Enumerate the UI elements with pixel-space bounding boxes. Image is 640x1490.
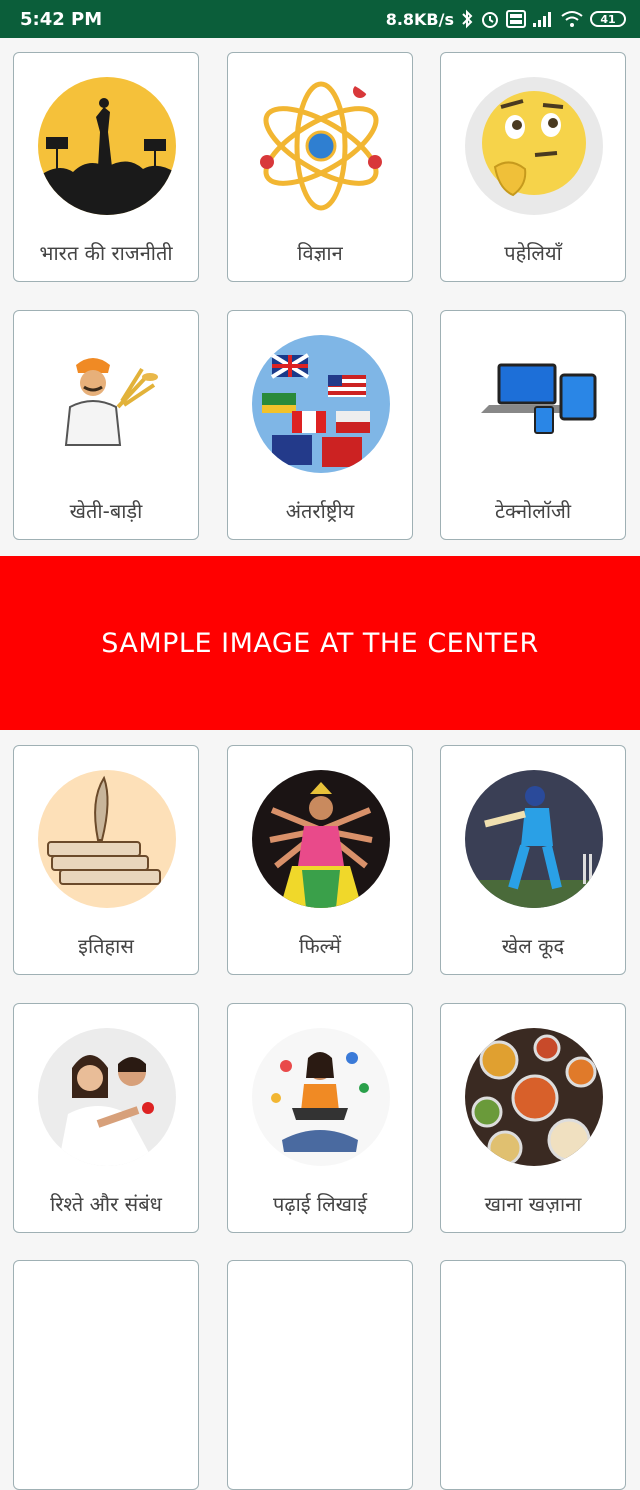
category-label: अंतर्राष्ट्रीय (285, 499, 355, 523)
politics-image (38, 77, 176, 215)
atom-image (252, 77, 390, 215)
status-time: 5:42 PM (20, 8, 103, 30)
category-label: पहेलियाँ (504, 241, 562, 265)
category-label: भारत की राजनीती (39, 241, 173, 265)
category-card-science[interactable]: विज्ञान (227, 52, 413, 282)
student-image (252, 1028, 390, 1166)
category-card-sports[interactable]: खेल कूद (440, 745, 626, 975)
category-card-partial[interactable] (13, 1260, 199, 1490)
bluetooth-icon (460, 9, 474, 29)
flags-image (252, 335, 390, 473)
network-speed: 8.8KB/s (385, 9, 454, 29)
category-card-partial[interactable] (227, 1260, 413, 1490)
status-bar: 5:42 PM 8.8KB/s 41 (0, 0, 640, 38)
battery-icon: 41 (590, 11, 626, 27)
category-card-food[interactable]: खाना खज़ाना (440, 1003, 626, 1233)
category-label: खाना खज़ाना (484, 1192, 582, 1216)
category-label: खेल कूद (501, 934, 565, 958)
wifi-icon (560, 10, 584, 28)
devices-image (465, 335, 603, 473)
category-card-education[interactable]: पढ़ाई लिखाई (227, 1003, 413, 1233)
category-label: टेक्नोलॉजी (494, 499, 572, 523)
category-card-technology[interactable]: टेक्नोलॉजी (440, 310, 626, 540)
category-label: खेती-बाड़ी (69, 499, 143, 523)
category-label: रिश्ते और संबंध (50, 1192, 162, 1216)
category-label: विज्ञान (297, 241, 343, 265)
couple-image (38, 1028, 176, 1166)
category-card-history[interactable]: इतिहास (13, 745, 199, 975)
category-card-films[interactable]: फिल्में (227, 745, 413, 975)
signal-icon (532, 10, 554, 28)
status-icons: 8.8KB/s 41 (386, 9, 626, 29)
category-card-puzzles[interactable]: पहेलियाँ (440, 52, 626, 282)
category-card-international[interactable]: अंतर्राष्ट्रीय (227, 310, 413, 540)
category-label: इतिहास (78, 934, 134, 958)
category-card-farming[interactable]: खेती-बाड़ी (13, 310, 199, 540)
center-banner[interactable]: SAMPLE IMAGE AT THE CENTER (0, 556, 640, 730)
category-card-partial[interactable] (440, 1260, 626, 1490)
food-image (465, 1028, 603, 1166)
books-quill-image (38, 770, 176, 908)
cricket-image (465, 770, 603, 908)
dancer-image (252, 770, 390, 908)
category-card-relationships[interactable]: रिश्ते और संबंध (13, 1003, 199, 1233)
thinking-emoji-image (465, 77, 603, 215)
category-label: पढ़ाई लिखाई (272, 1192, 368, 1216)
volte-icon (506, 10, 526, 28)
farmer-image (38, 335, 176, 473)
category-label: फिल्में (299, 934, 341, 958)
alarm-icon (480, 9, 500, 29)
category-card-politics[interactable]: भारत की राजनीती (13, 52, 199, 282)
